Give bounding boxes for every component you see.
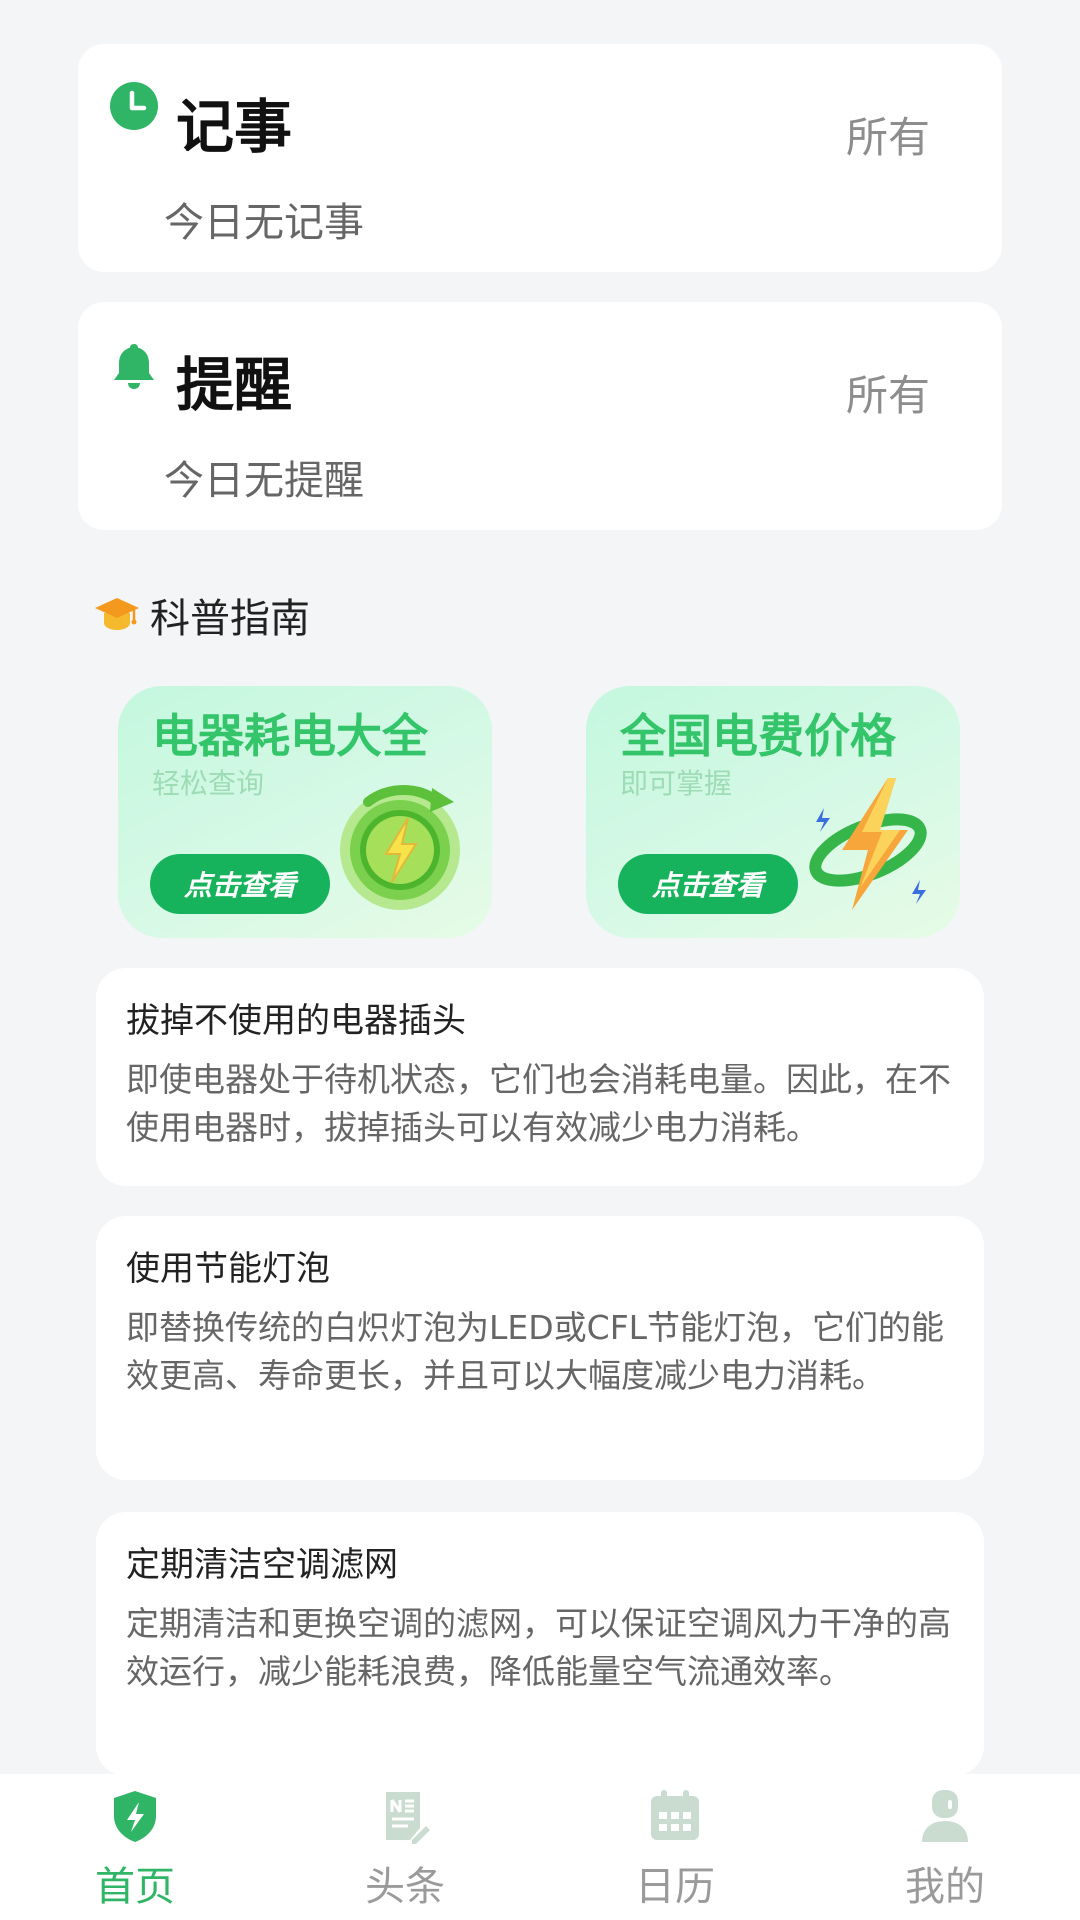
promo-national-electricity-price[interactable]: 全国电费价格 即可掌握 点击查看 bbox=[586, 686, 960, 938]
bottom-tab-bar: 首页 头条 日历 我的 bbox=[0, 1774, 1080, 1920]
graduation-cap-icon bbox=[95, 598, 139, 630]
tab-label: 首页 bbox=[95, 1864, 175, 1910]
view-button[interactable]: 点击查看 bbox=[618, 854, 798, 914]
tab-profile[interactable]: 我的 bbox=[810, 1774, 1080, 1920]
reminders-empty-text: 今日无提醒 bbox=[164, 458, 364, 504]
view-button[interactable]: 点击查看 bbox=[150, 854, 330, 914]
tip-title: 拔掉不使用的电器插头 bbox=[126, 1001, 466, 1041]
tab-label: 日历 bbox=[635, 1864, 715, 1910]
notes-title: 记事 bbox=[176, 93, 293, 161]
tip-body: 即使电器处于待机状态，它们也会消耗电量。因此，在不使用电器时，拔掉插头可以有效减… bbox=[126, 1060, 951, 1147]
news-icon bbox=[386, 1792, 430, 1844]
reminders-all-link[interactable]: 所有 bbox=[846, 362, 930, 423]
notes-empty-text: 今日无记事 bbox=[164, 200, 364, 246]
tip-title: 定期清洁空调滤网 bbox=[126, 1545, 398, 1585]
reminders-title: 提醒 bbox=[176, 351, 293, 419]
tab-label: 头条 bbox=[365, 1864, 445, 1910]
promo-subtitle: 轻松查询 bbox=[152, 767, 265, 800]
guide-section-title: 科普指南 bbox=[150, 596, 310, 642]
lightning-ring-icon bbox=[809, 778, 927, 910]
promo-subtitle: 即可掌握 bbox=[620, 767, 733, 800]
tip-card[interactable]: 定期清洁空调滤网 定期清洁和更换空调的滤网，可以保证空调风力干净的高效运行，减少… bbox=[96, 1512, 984, 1776]
tab-home[interactable]: 首页 bbox=[0, 1774, 270, 1920]
calendar-icon bbox=[651, 1790, 699, 1840]
profile-icon bbox=[922, 1790, 968, 1842]
recycle-lightning-icon bbox=[340, 785, 460, 910]
reminders-card[interactable]: 提醒 所有 今日无提醒 bbox=[78, 302, 1002, 530]
shield-bolt-icon bbox=[114, 1791, 156, 1842]
notes-all-link[interactable]: 所有 bbox=[846, 104, 930, 165]
tip-card[interactable]: 使用节能灯泡 即替换传统的白炽灯泡为LED或CFL节能灯泡，它们的能效更高、寿命… bbox=[96, 1216, 984, 1480]
notes-card[interactable]: 记事 所有 今日无记事 bbox=[78, 44, 1002, 272]
promo-title: 全国电费价格 bbox=[620, 709, 896, 763]
tip-card[interactable]: 拔掉不使用的电器插头 即使电器处于待机状态，它们也会消耗电量。因此，在不使用电器… bbox=[96, 968, 984, 1186]
clock-icon bbox=[110, 82, 158, 130]
tip-body: 定期清洁和更换空调的滤网，可以保证空调风力干净的高效运行，减少能耗浪费，降低能量… bbox=[126, 1604, 951, 1691]
promo-title: 电器耗电大全 bbox=[152, 709, 428, 763]
tab-label: 我的 bbox=[905, 1864, 985, 1910]
bell-icon bbox=[114, 344, 154, 389]
tip-body: 即替换传统的白炽灯泡为LED或CFL节能灯泡，它们的能效更高、寿命更长，并且可以… bbox=[126, 1308, 945, 1395]
tab-calendar[interactable]: 日历 bbox=[540, 1774, 810, 1920]
tip-title: 使用节能灯泡 bbox=[126, 1249, 330, 1289]
promo-appliance-consumption[interactable]: 电器耗电大全 轻松查询 点击查看 bbox=[118, 686, 492, 938]
tab-news[interactable]: 头条 bbox=[270, 1774, 540, 1920]
